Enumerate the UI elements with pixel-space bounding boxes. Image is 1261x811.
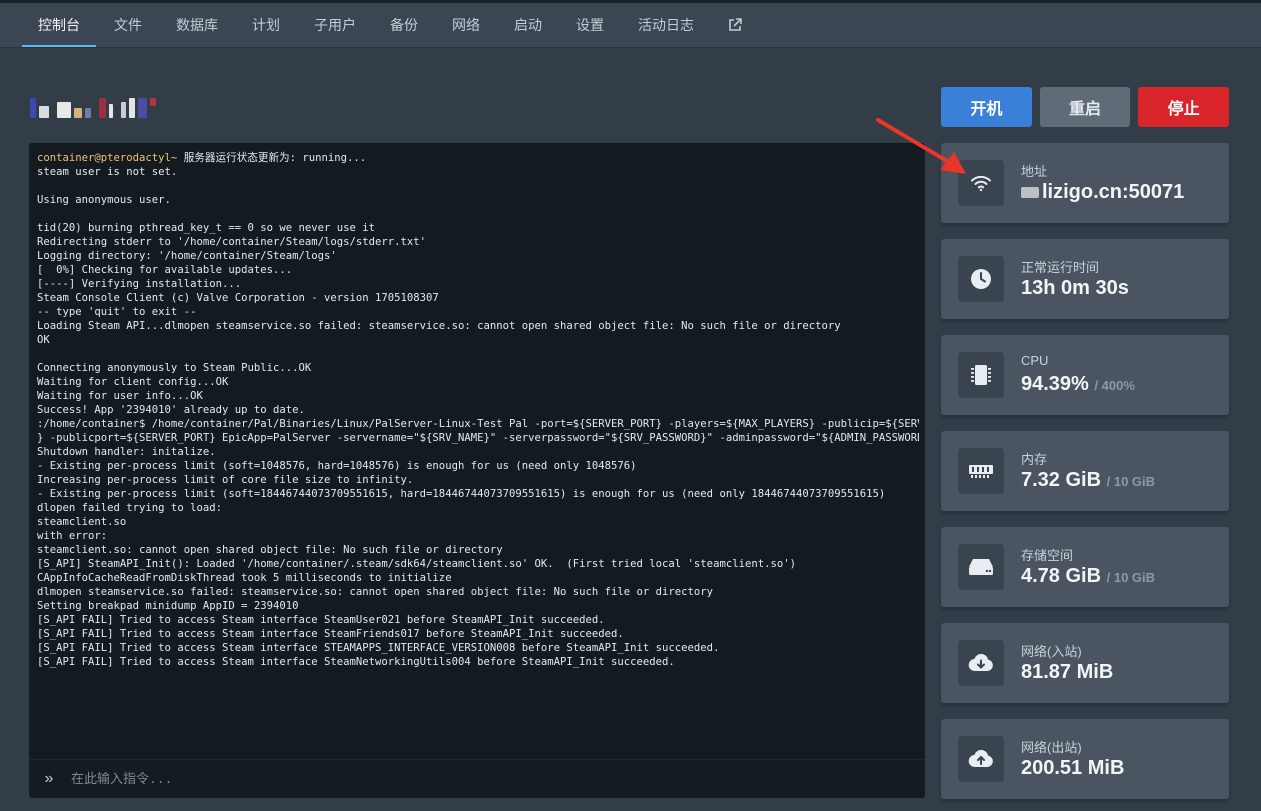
tab-subusers[interactable]: 子用户	[314, 3, 356, 47]
console-line: [S_API] SteamAPI_Init(): Loaded '/home/c…	[37, 558, 796, 570]
tab-network[interactable]: 网络	[452, 3, 480, 47]
tab-startup[interactable]: 启动	[514, 3, 542, 47]
restart-button[interactable]: 重启	[1039, 87, 1131, 127]
tab-files[interactable]: 文件	[114, 3, 142, 47]
console-line: Loading Steam API...dlmopen steamservice…	[37, 320, 841, 332]
clock-icon	[958, 256, 1004, 302]
server-name-redacted	[30, 97, 156, 119]
console-log: container@pterodactyl~ 服务器运行状态更新为: runni…	[37, 151, 919, 752]
console-line: Logging directory: '/home/container/Stea…	[37, 250, 337, 262]
wifi-icon	[958, 160, 1004, 206]
cloud-upload-icon	[958, 736, 1004, 782]
console-first-line: 服务器运行状态更新为: running...	[177, 152, 367, 164]
stat-storage-label: 存储空间	[1021, 548, 1074, 563]
console-line: Waiting for user info...OK	[37, 390, 203, 402]
tab-schedules[interactable]: 计划	[252, 3, 280, 47]
console-line: [----] Verifying installation...	[37, 278, 242, 290]
console-line: } -publicport=${SERVER_PORT} EpicApp=Pal…	[37, 432, 919, 444]
stat-uptime: 正常运行时间 13h 0m 30s	[941, 239, 1229, 319]
stat-storage-value: 4.78 GiB / 10 GiB	[1021, 565, 1156, 587]
console-line: Increasing per-process limit of core fil…	[37, 474, 414, 486]
console-line: Redirecting stderr to '/home/container/S…	[37, 236, 427, 248]
redacted-chip	[1021, 187, 1039, 199]
tab-activity-log[interactable]: 活动日志	[638, 3, 694, 47]
stat-network-in: 网络(入站) 81.87 MiB	[941, 623, 1229, 703]
console-line: steamclient.so: cannot open shared objec…	[37, 544, 503, 556]
console-line: Waiting for client config...OK	[37, 376, 229, 388]
console-line: - Existing per-process limit (soft=18446…	[37, 488, 886, 500]
prompt-chevron-icon: »	[44, 770, 54, 787]
console-line: [S_API FAIL] Tried to access Steam inter…	[37, 628, 624, 640]
console-line: steamclient.so	[37, 516, 127, 528]
console-line: Shutdown handler: initalize.	[37, 446, 216, 458]
console-line: with error:	[37, 530, 108, 542]
console-line: -- type 'quit' to exit --	[37, 306, 197, 318]
console-line: Connecting anonymously to Steam Public..…	[37, 362, 312, 374]
stat-uptime-label: 正常运行时间	[1021, 260, 1100, 275]
stat-memory-value: 7.32 GiB / 10 GiB	[1021, 469, 1156, 491]
stop-button[interactable]: 停止	[1138, 87, 1230, 127]
power-actions: 开机 重启 停止	[941, 87, 1230, 127]
tab-databases[interactable]: 数据库	[176, 3, 218, 47]
stat-memory-label: 内存	[1021, 452, 1048, 467]
console-line: Success! App '2394010' already up to dat…	[37, 404, 305, 416]
stat-cpu-value: 94.39% / 400%	[1021, 373, 1135, 395]
command-input-row: »	[29, 759, 925, 798]
tab-console[interactable]: 控制台	[22, 3, 96, 47]
external-link-icon[interactable]	[728, 3, 742, 47]
stat-address-label: 地址	[1021, 164, 1048, 179]
console-line: Setting breakpad minidump AppID = 239401…	[37, 600, 299, 612]
stat-cpu-label: CPU	[1021, 353, 1049, 368]
stat-cpu: CPU 94.39% / 400%	[941, 335, 1229, 415]
console-line: :/home/container$ /home/container/Pal/Bi…	[37, 418, 919, 430]
hard-drive-icon	[958, 544, 1004, 590]
stat-memory: 内存 7.32 GiB / 10 GiB	[941, 431, 1229, 511]
stat-network-in-value: 81.87 MiB	[1021, 661, 1114, 683]
tab-settings[interactable]: 设置	[576, 3, 604, 47]
stat-address-value: lizigo.cn:50071	[1021, 181, 1184, 204]
stat-address: 地址 lizigo.cn:50071	[941, 143, 1229, 223]
console-line: [S_API FAIL] Tried to access Steam inter…	[37, 642, 720, 654]
console-panel: container@pterodactyl~ 服务器运行状态更新为: runni…	[29, 143, 925, 798]
cpu-chip-icon	[958, 352, 1004, 398]
start-button[interactable]: 开机	[941, 87, 1032, 127]
console-line: [S_API FAIL] Tried to access Steam inter…	[37, 614, 605, 626]
cloud-download-icon	[958, 640, 1004, 686]
command-input[interactable]	[69, 770, 925, 788]
console-prompt-prefix: container@pterodactyl~	[37, 152, 178, 164]
console-line: [S_API FAIL] Tried to access Steam inter…	[37, 656, 675, 668]
console-line: [ 0%] Checking for available updates...	[37, 264, 293, 276]
console-line: CAppInfoCacheReadFromDiskThread took 5 m…	[37, 572, 452, 584]
stat-network-out-value: 200.51 MiB	[1021, 757, 1125, 779]
console-line: tid(20) burning pthread_key_t == 0 so we…	[37, 222, 376, 234]
console-line: Using anonymous user.	[37, 194, 171, 206]
address-text[interactable]: lizigo.cn:50071	[1042, 181, 1184, 203]
console-line: dlopen failed trying to load:	[37, 502, 222, 514]
server-nav: 控制台 文件 数据库 计划 子用户 备份 网络 启动 设置 活动日志	[0, 3, 1261, 47]
stat-uptime-value: 13h 0m 30s	[1021, 277, 1129, 299]
console-line: - Existing per-process limit (soft=10485…	[37, 460, 637, 472]
tab-backups[interactable]: 备份	[390, 3, 418, 47]
memory-icon	[958, 448, 1004, 494]
console-line: steam user is not set.	[37, 166, 178, 178]
stat-network-out-label: 网络(出站)	[1021, 740, 1082, 755]
console-line: dlmopen steamservice.so failed: steamser…	[37, 586, 714, 598]
stat-storage: 存储空间 4.78 GiB / 10 GiB	[941, 527, 1229, 607]
console-line: Steam Console Client (c) Valve Corporati…	[37, 292, 439, 304]
stat-network-out: 网络(出站) 200.51 MiB	[941, 719, 1229, 799]
stat-network-in-label: 网络(入站)	[1021, 644, 1082, 659]
console-lines: steam user is not set. Using anonymous u…	[37, 166, 919, 668]
console-line: OK	[37, 334, 50, 346]
